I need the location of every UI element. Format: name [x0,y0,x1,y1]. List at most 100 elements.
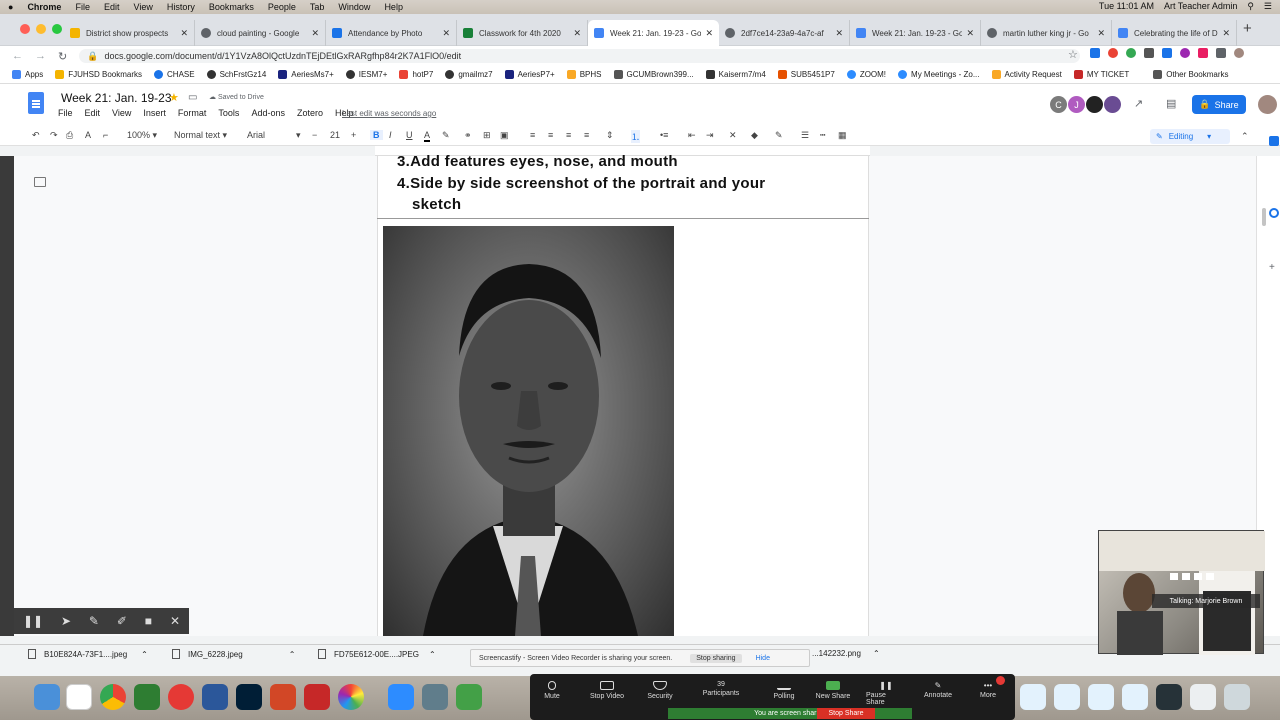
browser-tab[interactable]: cloud painting - Google ✕ [195,20,326,46]
chevron-down-icon[interactable]: ▾ [296,130,301,141]
undo-icon[interactable]: ↶ [32,130,40,141]
paint-format-icon[interactable]: ⌐ [103,130,108,140]
font-select[interactable]: Arial [247,130,265,140]
trash-icon[interactable] [1224,684,1250,710]
puzzle-icon[interactable] [1216,48,1226,58]
line-spacing-icon[interactable]: ⇕ [606,130,614,141]
justify-icon[interactable]: ≡ [584,130,589,140]
extension-icon[interactable] [1108,48,1118,58]
close-tab-icon[interactable]: ✕ [442,28,450,39]
zoom-window-button[interactable] [52,24,62,34]
highlight-icon[interactable]: ✎ [442,130,450,141]
grid-icon[interactable] [1206,573,1214,580]
bookmark-item[interactable]: Other Bookmarks [1153,70,1229,79]
menu-window[interactable]: Window [338,2,370,12]
pause-share-button[interactable]: ❚❚ Pause Share [866,681,906,706]
align-center-icon[interactable]: ≡ [548,130,553,140]
saved-status[interactable]: ☁ Saved to Drive [209,93,264,101]
pause-icon[interactable]: ❚❚ [23,614,43,628]
bookmark-item[interactable]: CHASE [154,70,195,79]
photos-icon[interactable] [338,684,364,710]
download-item[interactable]: FD75E612-00E....JPEG ⌃ [318,649,436,659]
bookmark-item[interactable]: GCUMBrown399... [613,70,694,79]
docs-menu-insert[interactable]: Insert [143,108,166,118]
clock[interactable]: Tue 11:01 AM [1099,1,1154,12]
italic-button[interactable]: I [389,130,392,140]
hide-button[interactable]: Hide [756,655,770,662]
chevron-up-icon[interactable]: ⌃ [289,650,296,659]
extension-icon[interactable] [1090,48,1100,58]
calendar-icon[interactable] [1269,136,1279,146]
docs-menu-edit[interactable]: Edit [85,108,101,118]
extension-icon[interactable] [1162,48,1172,58]
document-icon[interactable] [1088,684,1114,710]
font-size-field[interactable]: 21 [330,130,340,140]
bookmark-item[interactable]: Kaiserm7/m4 [705,70,766,79]
speaker-view-icon[interactable] [1182,573,1190,580]
camera-icon[interactable]: ■ [145,614,152,628]
tasks-icon[interactable] [1269,208,1279,218]
stop-share-button[interactable]: Stop Share [817,708,875,719]
gallery-view-icon[interactable] [1194,573,1202,580]
insert-comment-icon[interactable]: ⊞ [483,130,491,141]
pen-icon[interactable]: ✎ [89,614,99,628]
list-item-4[interactable]: 4.Side by side screenshot of the portrai… [397,175,765,192]
browser-tab[interactable]: Classwork for 4th 2020 ✕ [457,20,588,46]
redo-icon[interactable]: ↷ [50,130,58,141]
docs-menu-file[interactable]: File [58,108,73,118]
calendar-app-icon[interactable] [66,684,92,710]
document-icon[interactable] [1054,684,1080,710]
docs-menu-tools[interactable]: Tools [218,108,239,118]
docs-menu-format[interactable]: Format [178,108,207,118]
text-color-icon[interactable]: A [424,130,431,142]
new-share-button[interactable]: New Share [813,681,853,700]
screencastify-icon[interactable] [168,684,194,710]
chevron-up-icon[interactable]: ⌃ [429,650,436,659]
menu-view[interactable]: View [133,2,152,12]
menu-bookmarks[interactable]: Bookmarks [209,2,254,12]
stop-video-button[interactable]: Stop Video [587,681,627,700]
docs-menu-addons[interactable]: Add-ons [251,108,285,118]
collaborator-avatar[interactable]: J [1068,96,1085,113]
polling-button[interactable]: Polling [764,681,804,700]
browser-tab[interactable]: Attendance by Photo ✕ [326,20,457,46]
editing-mode-select[interactable]: ✎ Editing ▾ [1150,129,1230,144]
app-icon[interactable] [134,684,160,710]
last-edit-link[interactable]: Last edit was seconds ago [342,109,436,118]
annotate-button[interactable]: ✎ Annotate [918,681,958,699]
close-icon[interactable]: ✕ [170,614,180,628]
bookmark-item[interactable]: gmailmz7 [445,70,493,79]
forward-icon[interactable]: → [35,50,46,62]
bookmark-star-icon[interactable]: ☆ [1068,48,1078,61]
bold-button[interactable]: B [370,130,383,140]
table-options-icon[interactable]: ▦ [838,130,847,141]
collaborator-avatar[interactable] [1104,96,1121,113]
zoom-app-icon[interactable] [388,684,414,710]
finder-icon[interactable] [34,684,60,710]
activity-trend-icon[interactable]: ↗ [1134,97,1143,110]
document-icon[interactable] [1190,684,1216,710]
menu-edit[interactable]: Edit [104,2,120,12]
browser-tab[interactable]: District show prospects ✕ [64,20,195,46]
document-title[interactable]: Week 21: Jan. 19-23 [61,91,172,105]
extension-icon[interactable] [1198,48,1208,58]
user-name[interactable]: Art Teacher Admin [1164,1,1237,12]
bulleted-list-icon[interactable]: •≡ [660,130,668,140]
participants-button[interactable]: 39 Participants [701,681,741,697]
insert-image-icon[interactable]: ▣ [500,130,509,141]
add-icon[interactable]: + [1269,262,1275,273]
bookmark-item[interactable]: ZOOM! [846,70,886,79]
word-icon[interactable] [202,684,228,710]
style-select[interactable]: Normal text ▾ [174,130,227,141]
menu-people[interactable]: People [268,2,296,12]
document-outline-icon[interactable] [34,177,46,187]
reload-icon[interactable]: ↻ [58,50,67,63]
comment-icon[interactable]: ▤ [1166,97,1176,110]
url-field[interactable]: 🔒 docs.google.com/document/d/1Y1VzA8OlQc… [79,49,1080,63]
collaborator-avatar[interactable]: C [1050,96,1067,113]
numbered-list-icon[interactable]: ⒈ [631,130,641,143]
document-icon[interactable] [1020,684,1046,710]
bookmark-item[interactable]: SchFrstGz14 [206,70,266,79]
download-item[interactable]: IMG_6228.jpeg ⌃ [172,649,295,659]
zoom-select[interactable]: 100% ▾ [127,130,157,141]
